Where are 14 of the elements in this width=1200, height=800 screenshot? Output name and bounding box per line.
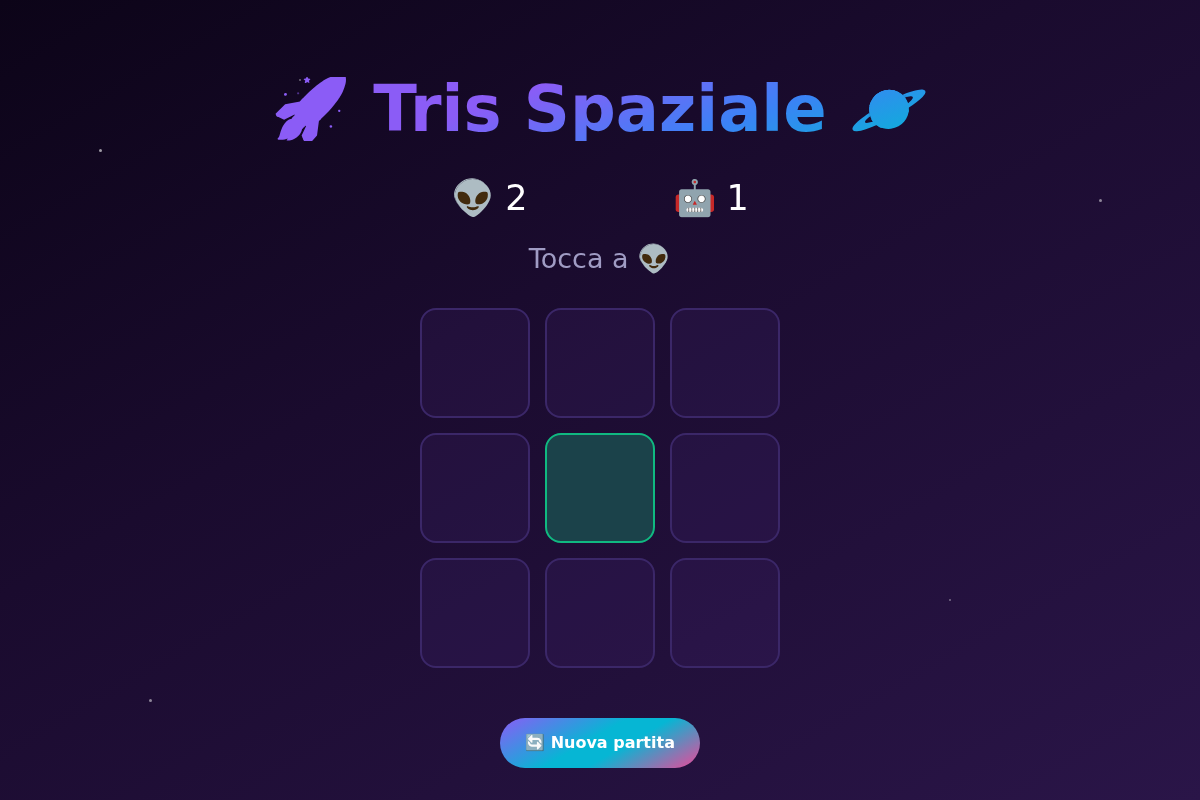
- board-cell[interactable]: [670, 558, 780, 668]
- board-cell[interactable]: [420, 433, 530, 543]
- board-cell[interactable]: [420, 308, 530, 418]
- board-cell[interactable]: [545, 308, 655, 418]
- board-cell[interactable]: [670, 433, 780, 543]
- player-score: 1: [726, 181, 749, 216]
- board-cell[interactable]: [545, 433, 655, 543]
- player-symbol: 🤖: [672, 181, 717, 216]
- board-cell[interactable]: [420, 558, 530, 668]
- new-game-button[interactable]: 🔄 Nuova partita: [500, 718, 700, 768]
- player-score: 2: [505, 181, 528, 216]
- board-cell[interactable]: [545, 558, 655, 668]
- board-cell[interactable]: [670, 308, 780, 418]
- turn-indicator: Tocca a 👽: [528, 245, 672, 272]
